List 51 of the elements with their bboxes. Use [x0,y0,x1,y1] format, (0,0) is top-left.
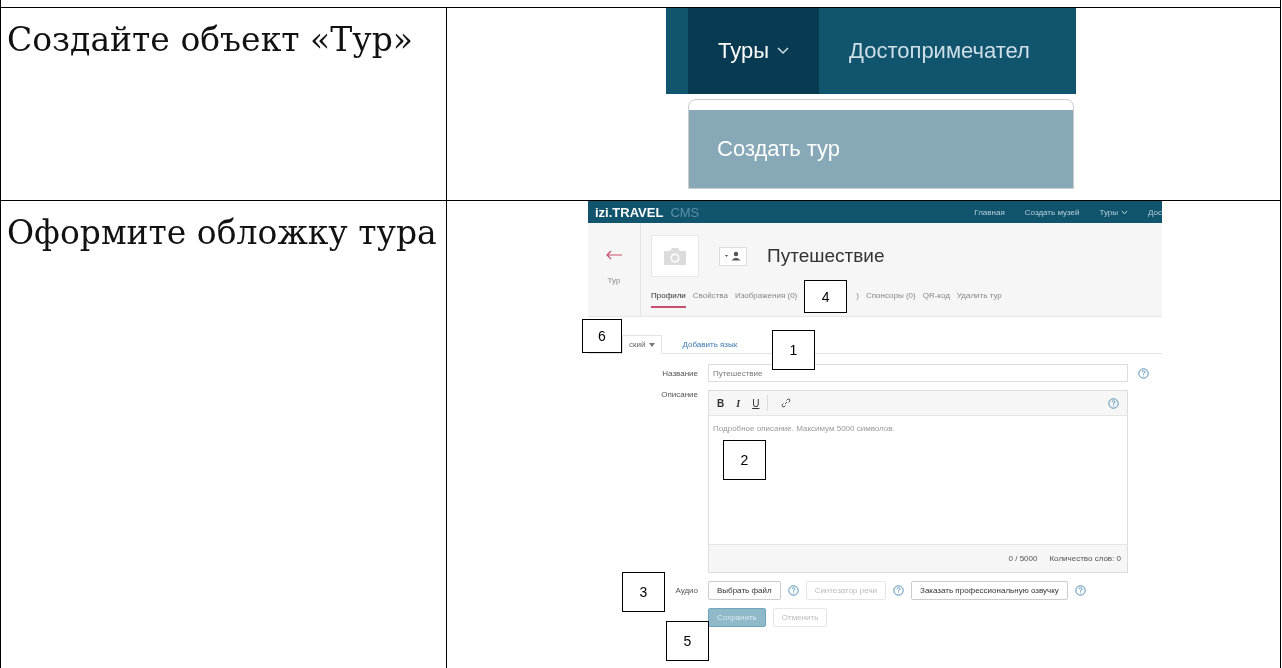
instruction-text: Оформите обложку тура [7,212,438,254]
profile-tab[interactable]: Удалить тур [956,285,1002,308]
description-placeholder: Подробное описание. Максимум 5000 символов. [713,424,895,433]
profile-tab[interactable]: Изображения (0) [735,285,798,308]
callout-number: 5 [666,621,709,661]
nav-link[interactable]: Главная [974,207,1005,217]
audio-button[interactable]: Заказать профессиональную озвучку [911,581,1068,600]
name-field[interactable]: Путешествие [708,364,1128,382]
brand-logo: izi.TRAVEL [595,204,664,220]
camera-icon [662,246,688,266]
nav-link[interactable]: Туры [1099,207,1129,217]
profile-tab[interactable]: Профили [651,285,686,308]
profile-tab[interactable]: QR-код [922,285,950,308]
tour-title: Путешествие [767,245,885,267]
callout-number: 3 [622,572,665,612]
character-count: 0 / 5000 [1008,554,1038,563]
person-icon [723,251,743,261]
link-icon[interactable] [780,397,793,409]
help-icon[interactable] [1074,585,1086,596]
profile-tab[interactable]: Спонсоры (0) [865,285,916,308]
callout-number: 2 [723,440,766,480]
word-count: Количество слов: 0 [1049,554,1121,563]
format-button[interactable]: I [736,397,741,409]
nav-item[interactable]: Туры [688,8,819,94]
callout-number: 4 [804,280,848,313]
nav-item[interactable]: Достопримечател [819,8,1060,94]
audio-button[interactable]: Выбрать файл [708,581,781,600]
language-tab[interactable]: ский [622,335,663,354]
help-icon[interactable] [1108,397,1119,409]
cover-image-placeholder[interactable] [651,235,699,277]
profile-tab[interactable]: Свойства [692,285,728,308]
nav-link[interactable]: Создать музей [1024,207,1080,217]
nav-link[interactable]: Дос [1148,207,1162,217]
language-tab[interactable]: Добавить язык [676,336,744,353]
field-label: Название [661,368,698,378]
field-label: Описание [660,390,698,399]
callout-number: 1 [772,330,815,370]
brand-suffix: CMS [670,204,700,220]
help-icon[interactable] [787,585,799,596]
back-arrow-icon[interactable] [605,250,623,260]
description-editor[interactable]: B I U Подробное описание. Максимум 5000 символов. 2 0 / 5000 Количество слов: 0 [708,390,1128,573]
profile-tab[interactable]: ) [856,285,859,308]
help-icon[interactable] [893,585,905,596]
instruction-text: Создайте объект «Тур» [7,19,414,61]
field-label: Аудио [675,586,698,595]
callout-number: 6 [582,319,622,353]
back-label: Тур [607,276,621,285]
help-icon[interactable] [1138,367,1149,379]
author-select-button[interactable] [719,246,747,266]
format-button[interactable]: B [717,397,725,409]
format-button[interactable]: U [752,397,760,409]
